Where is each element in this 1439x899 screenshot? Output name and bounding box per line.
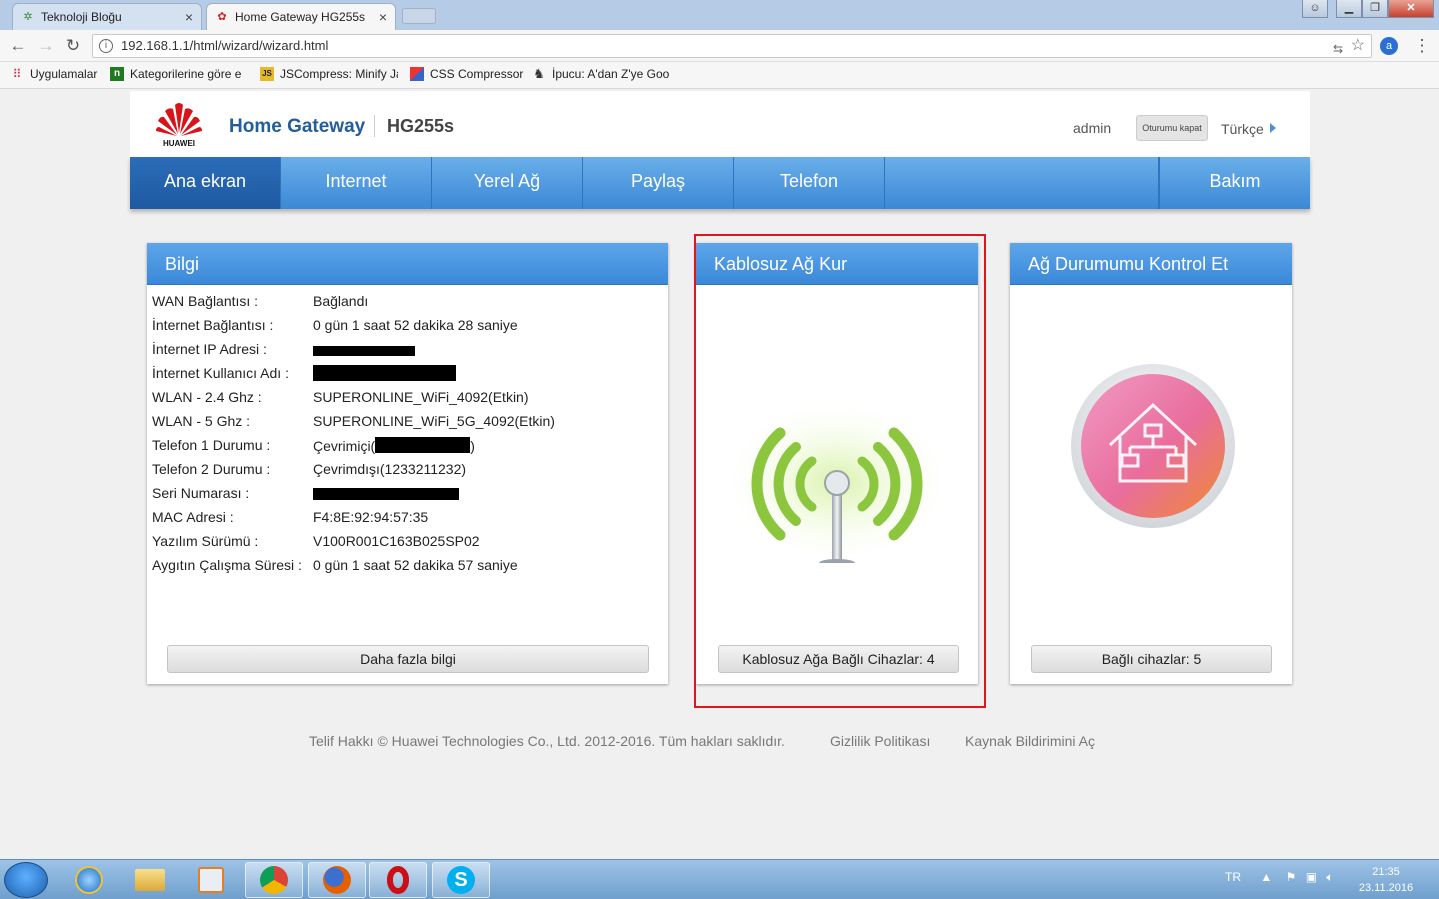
nav-paylas[interactable]: Paylaş: [583, 157, 734, 209]
tab-label: Home Gateway HG255s: [235, 10, 366, 24]
nav-yerel-ag[interactable]: Yerel Ağ: [432, 157, 583, 209]
arrow-right-icon: [1269, 123, 1276, 133]
network-icon[interactable]: ▣: [1306, 870, 1317, 884]
start-button[interactable]: [4, 862, 48, 898]
menu-icon[interactable]: ⋮: [1412, 36, 1432, 56]
huawei-logo: HUAWEI: [155, 99, 203, 149]
bookmark-css-compressor[interactable]: CSS Compressor: [410, 67, 523, 81]
privacy-link[interactable]: Gizlilik Politikası: [830, 733, 930, 749]
huawei-icon: ✿: [217, 11, 227, 23]
logout-button[interactable]: Oturumu kapat: [1136, 115, 1208, 141]
nav-bakim[interactable]: Bakım: [1159, 157, 1310, 209]
extension-icon[interactable]: a: [1380, 37, 1398, 55]
home-network-icon[interactable]: [1070, 363, 1236, 529]
opera-icon[interactable]: [369, 862, 427, 898]
language-indicator[interactable]: TR: [1225, 870, 1241, 884]
volume-icon[interactable]: 🔈︎: [1326, 870, 1333, 884]
nav-spacer: [885, 157, 1159, 209]
nav-ana-ekran[interactable]: Ana ekran: [130, 157, 281, 209]
css-icon: [410, 67, 424, 81]
minimize-button[interactable]: ▁: [1336, 0, 1362, 18]
firefox-icon[interactable]: [308, 862, 366, 898]
skype-icon[interactable]: S: [432, 862, 490, 898]
nav-telefon[interactable]: Telefon: [734, 157, 885, 209]
js-icon: JS: [260, 67, 274, 81]
logo-text: HUAWEI: [163, 139, 195, 148]
bookmark-star-icon[interactable]: ☆: [1351, 35, 1365, 57]
browser-toolbar: ← → ↻ i 192.168.1.1/html/wizard/wizard.h…: [0, 30, 1439, 62]
router-header: HUAWEI Home Gateway HG255s admin Oturumu…: [130, 91, 1310, 157]
redacted-ip: [313, 346, 415, 356]
bookmark-kategorilerine[interactable]: n Kategorilerine göre e: [110, 67, 241, 81]
explorer-icon[interactable]: [121, 862, 179, 898]
close-icon[interactable]: ×: [379, 9, 387, 25]
copyright-text: Telif Hakkı © Huawei Technologies Co., L…: [309, 733, 785, 749]
bookmarks-bar: ⠿ Uygulamalar n Kategorilerine göre e JS…: [0, 62, 1439, 89]
highlight-frame: [694, 234, 986, 708]
tab-teknoloji-blogu[interactable]: ✲ Teknoloji Bloğu ×: [12, 3, 202, 30]
more-info-button[interactable]: Daha fazla bilgi: [167, 645, 649, 673]
forward-icon[interactable]: →: [36, 36, 56, 56]
translate-icon[interactable]: ⇆: [1333, 38, 1343, 60]
bookmark-ipucu[interactable]: ♞ İpucu: A'dan Z'ye Goo: [532, 66, 669, 82]
model-name: HG255s: [387, 116, 455, 136]
flag-icon[interactable]: ⚑: [1286, 870, 1297, 884]
media-player-icon[interactable]: [182, 862, 240, 898]
n-icon: n: [110, 67, 124, 81]
maximize-button[interactable]: ❐: [1362, 0, 1388, 18]
url-text: 192.168.1.1/html/wizard/wizard.html: [121, 38, 329, 53]
username: admin: [1073, 120, 1112, 136]
tab-label: Teknoloji Bloğu: [41, 10, 122, 24]
info-panel: Bilgi WAN Bağlantısı : Bağlandı İnternet …: [147, 243, 668, 684]
info-icon[interactable]: i: [99, 39, 113, 53]
back-icon[interactable]: ←: [8, 36, 28, 56]
user-icon[interactable]: ☺: [1302, 0, 1328, 18]
system-tray: TR ▲ ⚑ ▣ 🔈︎: [1225, 870, 1334, 885]
tab-home-gateway[interactable]: ✿ Home Gateway HG255s ×: [206, 3, 396, 30]
ie-icon[interactable]: [60, 862, 118, 898]
clock[interactable]: 21:35 23.11.2016: [1355, 864, 1417, 896]
bookmark-jscompress[interactable]: JS JSCompress: Minify Ja: [260, 67, 398, 81]
open-source-link[interactable]: Kaynak Bildirimini Aç: [965, 733, 1095, 749]
page-content: HUAWEI Home Gateway HG255s admin Oturumu…: [0, 89, 1439, 859]
windows-taskbar: S TR ▲ ⚑ ▣ 🔈︎ 21:35 23.11.2016: [0, 859, 1439, 899]
close-icon[interactable]: ×: [185, 9, 193, 25]
brand-title: Home Gateway: [229, 116, 366, 137]
reload-icon[interactable]: ↻: [63, 36, 83, 56]
bookmark-apps[interactable]: ⠿ Uygulamalar: [10, 67, 98, 81]
apps-icon: ⠿: [12, 67, 22, 81]
redacted-phone: [375, 437, 471, 453]
nav-internet[interactable]: Internet: [281, 157, 432, 209]
network-panel-title: Ağ Durumumu Kontrol Et: [1010, 243, 1292, 285]
show-hidden-icon[interactable]: ▲: [1260, 870, 1272, 884]
header-divider: [374, 115, 375, 137]
redacted-username: [313, 365, 456, 381]
chrome-icon[interactable]: [245, 862, 303, 898]
close-window-button[interactable]: ✕: [1388, 0, 1434, 18]
main-nav: Ana ekran Internet Yerel Ağ Paylaş Telef…: [130, 157, 1310, 209]
redacted-serial: [313, 488, 459, 500]
address-bar[interactable]: i 192.168.1.1/html/wizard/wizard.html ⇆ …: [92, 34, 1372, 58]
browser-tab-strip: ✲ Teknoloji Bloğu × ✿ Home Gateway HG255…: [0, 0, 1439, 30]
info-panel-title: Bilgi: [147, 243, 668, 285]
language-selector[interactable]: Türkçe: [1221, 121, 1276, 137]
blogger-icon: ✲: [23, 11, 33, 23]
connected-devices-button[interactable]: Bağlı cihazlar: 5: [1031, 645, 1272, 673]
clock-time: 21:35: [1372, 866, 1400, 878]
ipucu-icon: ♞: [533, 66, 545, 81]
new-tab-button[interactable]: [402, 8, 436, 24]
clock-date: 23.11.2016: [1358, 882, 1414, 894]
network-status-panel[interactable]: Ağ Durumumu Kontrol Et Bağlı cihazlar: 5: [1010, 243, 1292, 684]
